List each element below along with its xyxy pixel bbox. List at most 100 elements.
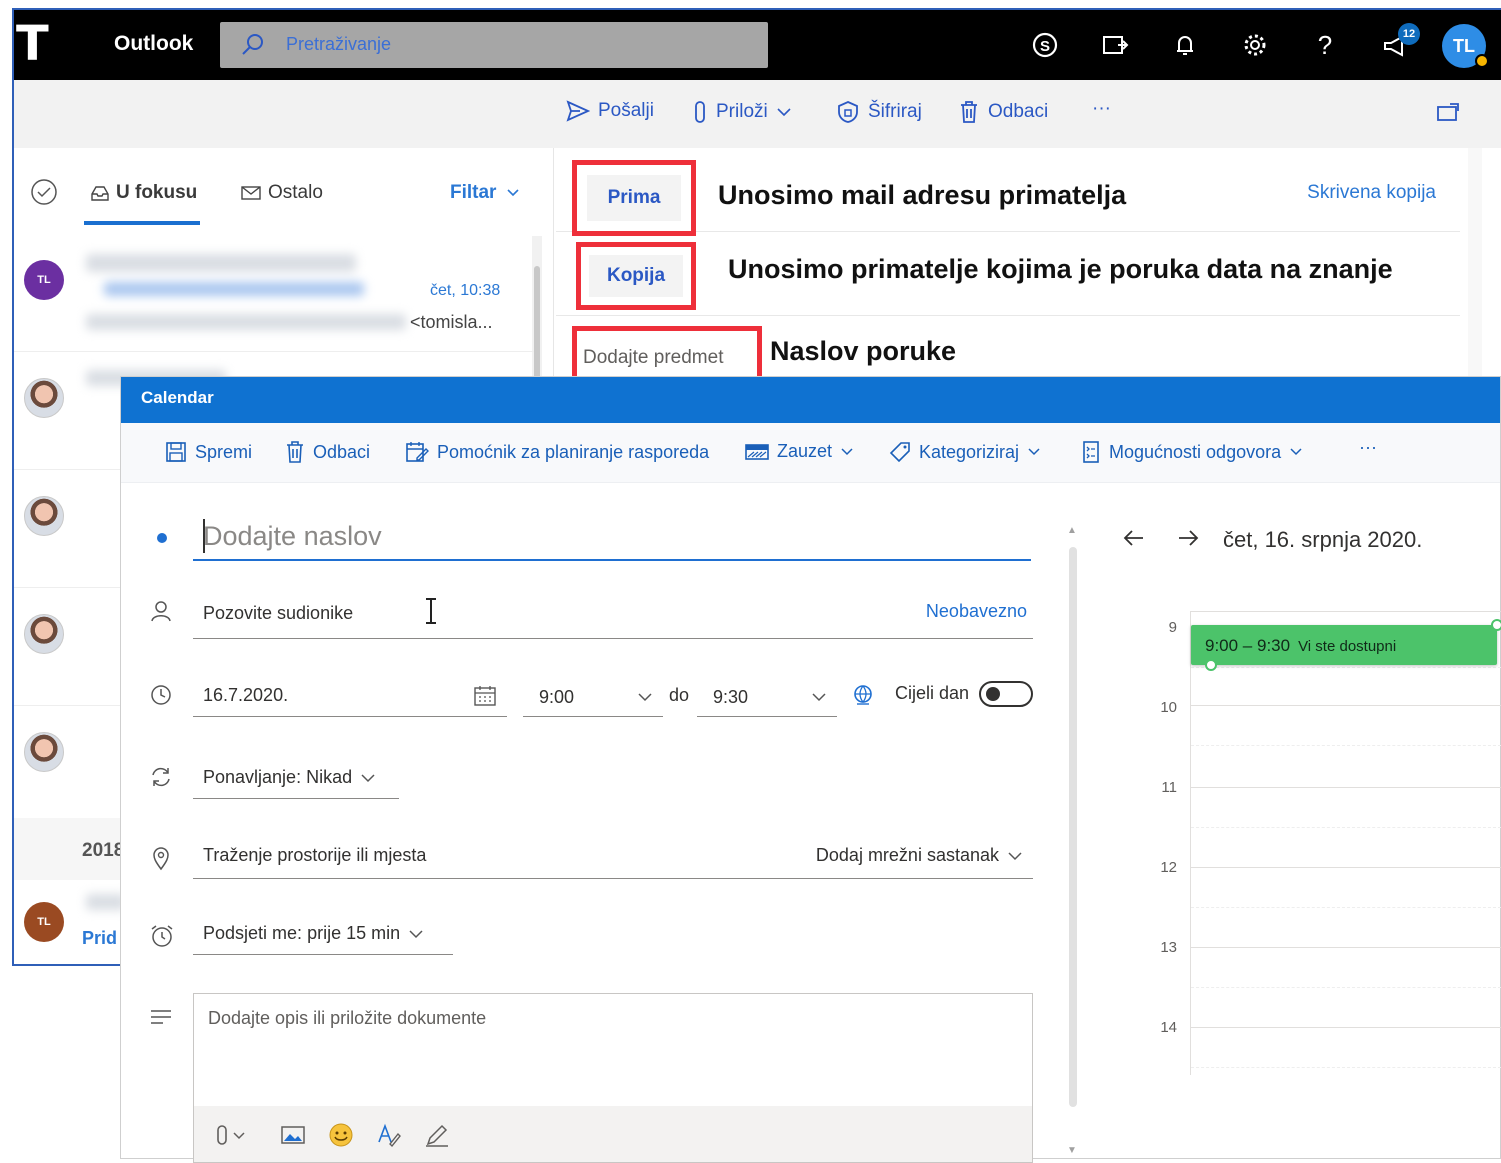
- hour-label: 9: [1168, 619, 1177, 636]
- app-name[interactable]: Outlook: [114, 32, 193, 56]
- text-lines-icon: [149, 1007, 173, 1031]
- reminder-value: prije 15 min: [307, 923, 401, 943]
- encrypt-button[interactable]: Šifriraj: [836, 100, 922, 124]
- hour-line: [1191, 947, 1501, 948]
- chevron-down-icon: [638, 693, 652, 702]
- discard-button[interactable]: Odbaci: [285, 441, 370, 463]
- next-day-arrow[interactable]: [1175, 525, 1201, 551]
- gear-icon[interactable]: [1240, 30, 1270, 60]
- location-field[interactable]: Traženje prostorije ili mjesta Dodaj mre…: [193, 839, 1033, 879]
- description-editor[interactable]: Dodajte opis ili priložite dokumente: [193, 993, 1033, 1163]
- scroll-down-arrow[interactable]: ▼: [1067, 1145, 1077, 1156]
- form-scrollbar[interactable]: [1069, 547, 1077, 1107]
- categorize-label: Kategoriziraj: [919, 441, 1020, 462]
- repeat-dropdown[interactable]: Ponavljanje: Nikad: [193, 763, 399, 799]
- mail-row[interactable]: TL čet, 10:38 <tomisla...: [14, 234, 534, 352]
- search-placeholder: Pretraživanje: [286, 34, 392, 54]
- year-label: 2018: [82, 840, 125, 861]
- paperclip-icon: [695, 101, 705, 123]
- optional-link[interactable]: Neobavezno: [926, 601, 1027, 622]
- reminder-dropdown[interactable]: Podsjeti me: prije 15 min: [193, 917, 453, 955]
- help-icon[interactable]: ?: [1310, 30, 1340, 60]
- highlight-box: Kopija: [576, 242, 696, 310]
- subject-annotation: Naslov poruke: [770, 336, 957, 366]
- hour-label: 14: [1160, 1019, 1177, 1036]
- inbox-icon: [91, 186, 109, 201]
- date-picker[interactable]: 16.7.2020.: [193, 683, 507, 717]
- response-options-dropdown[interactable]: Mogućnosti odgovora: [1081, 441, 1303, 463]
- mail-preview: <tomisla...: [410, 312, 493, 332]
- repeat-label: Ponavljanje:: [203, 767, 302, 787]
- online-meeting-dropdown[interactable]: Dodaj mrežni sastanak: [816, 845, 1023, 866]
- app-logo: T: [16, 16, 49, 72]
- popout-icon[interactable]: [1436, 102, 1460, 122]
- save-label: Spremi: [195, 441, 253, 462]
- bcc-link[interactable]: Skrivena kopija: [1307, 182, 1436, 204]
- cc-button[interactable]: Kopija: [589, 255, 683, 297]
- sender-avatar: TL: [24, 902, 64, 942]
- hour-label: 11: [1161, 779, 1177, 796]
- format-text-icon[interactable]: [376, 1122, 402, 1148]
- repeat-value: Nikad: [306, 767, 353, 787]
- more-button[interactable]: ···: [1359, 437, 1377, 458]
- select-all-icon[interactable]: [30, 178, 58, 206]
- day-schedule[interactable]: [1190, 611, 1501, 1075]
- search-input[interactable]: Pretraživanje: [220, 22, 768, 68]
- signature-icon[interactable]: [424, 1122, 450, 1148]
- bell-icon[interactable]: [1170, 30, 1200, 60]
- to-button[interactable]: Prima: [587, 175, 681, 221]
- attach-button[interactable]: Priloži: [692, 100, 792, 124]
- reminder-label: Podsjeti me:: [203, 923, 303, 943]
- attach-icon[interactable]: [214, 1122, 245, 1148]
- svg-text:?: ?: [1318, 30, 1332, 60]
- compose-scrollbar[interactable]: [1468, 148, 1482, 378]
- emoji-icon[interactable]: [328, 1122, 354, 1148]
- svg-text:S: S: [1040, 38, 1050, 55]
- format-toolbar: [194, 1106, 1032, 1162]
- blurred-sender: [86, 254, 356, 272]
- save-button[interactable]: Spremi: [165, 441, 252, 463]
- user-initials: TL: [1453, 36, 1475, 56]
- location-pin-icon: [149, 845, 173, 871]
- all-day-toggle[interactable]: [979, 681, 1033, 707]
- image-icon[interactable]: [280, 1122, 306, 1148]
- hour-line: [1191, 867, 1501, 868]
- previous-day-arrow[interactable]: [1121, 525, 1147, 551]
- more-button[interactable]: ···: [1092, 98, 1111, 120]
- show-as-dropdown[interactable]: Zauzet: [745, 441, 854, 462]
- resize-handle-bottom[interactable]: [1205, 659, 1217, 671]
- start-time-dropdown[interactable]: 9:00: [523, 683, 663, 717]
- timezone-icon[interactable]: [851, 683, 875, 707]
- discard-button[interactable]: Odbaci: [958, 100, 1048, 124]
- subject-input[interactable]: Dodajte predmet: [583, 347, 723, 369]
- to-annotation: Unosimo mail adresu primatelja: [718, 180, 1127, 210]
- sender-avatar: [24, 378, 64, 418]
- end-time-dropdown[interactable]: 9:30: [697, 683, 837, 717]
- categorize-dropdown[interactable]: Kategoriziraj: [889, 441, 1041, 463]
- calendar-edit-icon: [406, 442, 429, 462]
- event-text: 9:00 – 9:30 Vi ste dostupni: [1205, 636, 1396, 656]
- send-button[interactable]: Pošalji: [566, 100, 654, 122]
- chevron-down-icon: [409, 930, 423, 939]
- start-time-value: 9:00: [539, 687, 575, 707]
- mail-icon: [241, 186, 261, 200]
- tab-focused[interactable]: U fokusu: [90, 182, 197, 204]
- filter-button[interactable]: Filtar: [450, 182, 520, 204]
- send-label: Pošalji: [598, 100, 654, 121]
- scroll-up-arrow[interactable]: ▲: [1067, 525, 1079, 537]
- scheduling-assistant-button[interactable]: Pomoćnik za planiranje rasporeda: [405, 441, 709, 463]
- repeat-icon: [149, 765, 173, 789]
- hour-label: 10: [1160, 699, 1177, 716]
- resize-handle-top[interactable]: [1491, 619, 1501, 631]
- hour-label: 12: [1160, 859, 1177, 876]
- teams-icon[interactable]: [1100, 30, 1130, 60]
- all-day-label: Cijeli dan: [895, 683, 970, 703]
- event-title-input[interactable]: [193, 513, 1031, 561]
- skype-icon[interactable]: S: [1030, 30, 1060, 60]
- tab-other[interactable]: Ostalo: [240, 182, 323, 204]
- attendees-field[interactable]: Pozovite sudionike Neobavezno: [193, 598, 1033, 639]
- calendar-icon[interactable]: [473, 685, 497, 707]
- sender-avatar: TL: [24, 260, 64, 300]
- user-avatar[interactable]: TL: [1442, 24, 1489, 68]
- event-block[interactable]: 9:00 – 9:30 Vi ste dostupni: [1191, 619, 1501, 671]
